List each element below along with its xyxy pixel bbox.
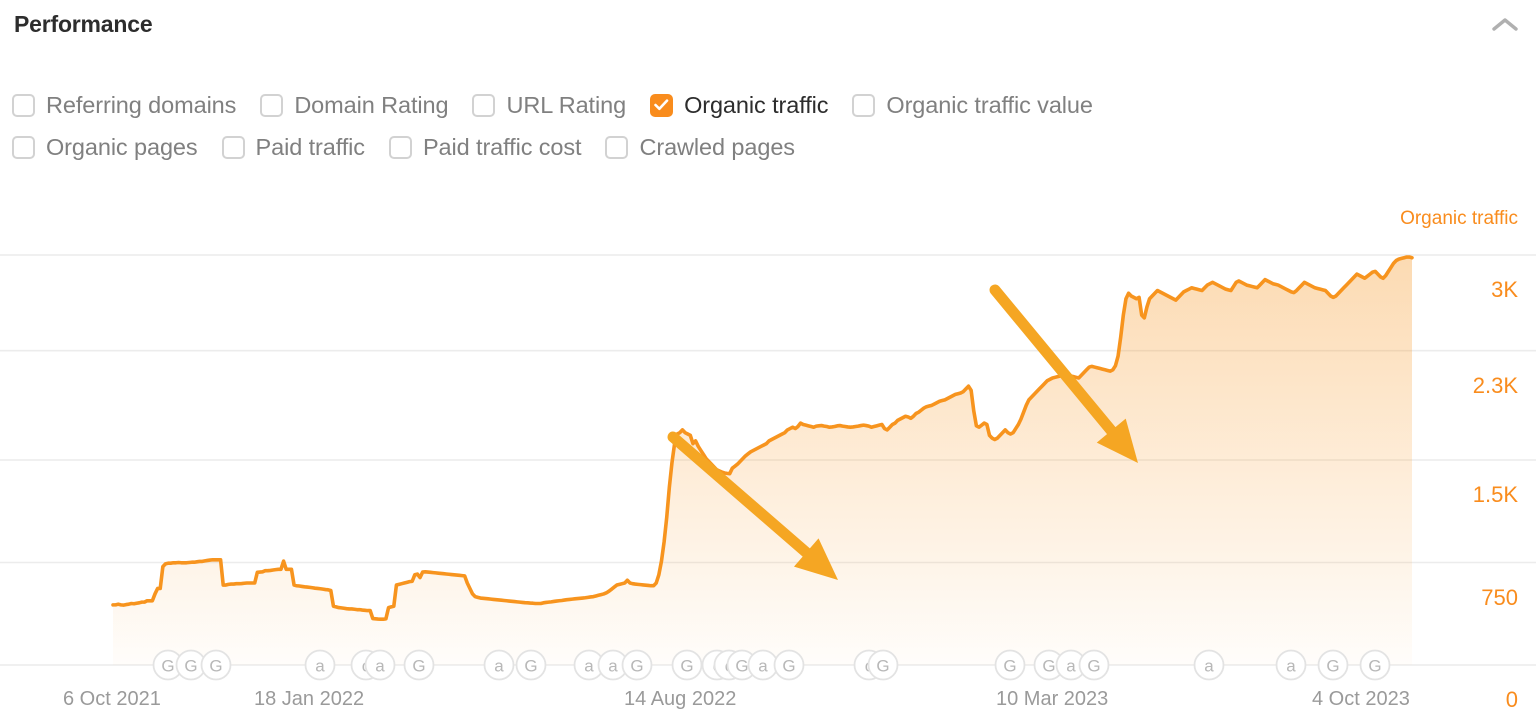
svg-text:G: G [1003, 657, 1016, 676]
svg-text:G: G [735, 657, 748, 676]
svg-text:G: G [184, 657, 197, 676]
svg-text:a: a [608, 657, 618, 676]
svg-text:a: a [758, 657, 768, 676]
checkbox-empty-icon[interactable] [12, 135, 35, 159]
page-title: Performance [14, 11, 153, 37]
collapse-panel-button[interactable] [1488, 10, 1522, 40]
svg-text:G: G [161, 657, 174, 676]
metric-checkbox-paid-traffic-cost[interactable]: Paid traffic cost [388, 133, 582, 161]
metric-label: Crawled pages [639, 133, 795, 160]
x-axis-tick-label: 10 Mar 2023 [996, 688, 1109, 710]
x-axis-tick-label: 14 Aug 2022 [624, 688, 737, 710]
svg-text:a: a [494, 657, 504, 676]
metric-row: Organic pages Paid traffic Paid traffic co… [12, 126, 1512, 168]
svg-text:G: G [1368, 657, 1381, 676]
y-axis-tick-label: 750 [1481, 584, 1518, 610]
svg-text:G: G [876, 657, 889, 676]
checkbox-empty-icon[interactable] [221, 135, 245, 159]
checkbox-checked-icon[interactable] [650, 93, 674, 117]
metric-checkbox-paid-traffic[interactable]: Paid traffic [221, 133, 366, 161]
performance-panel: Performance Referring domains Domain Rati… [0, 0, 1536, 724]
x-axis-tick-label: 6 Oct 2021 [63, 688, 161, 710]
metric-checkbox-url-rating[interactable]: URL Rating [472, 92, 626, 119]
checkbox-empty-icon[interactable] [260, 93, 284, 117]
checkbox-empty-icon[interactable] [12, 93, 35, 117]
svg-text:G: G [1326, 657, 1339, 676]
metric-label: Domain Rating [294, 91, 449, 118]
metric-label: Paid traffic [255, 133, 366, 160]
svg-text:G: G [1042, 657, 1055, 676]
metric-label: URL Rating [506, 91, 627, 118]
metric-checkbox-group: Referring domains Domain Rating URL Rating… [12, 84, 1512, 168]
svg-text:G: G [524, 657, 537, 676]
svg-text:G: G [630, 657, 643, 676]
organic-traffic-chart: Organic traffic GGGacaGaGaaGGccGaGcGGGaG… [0, 196, 1536, 724]
svg-text:a: a [1286, 657, 1296, 676]
metric-checkbox-organic-traffic[interactable]: Organic traffic [650, 91, 829, 119]
metric-label: Organic traffic [684, 91, 829, 118]
checkbox-empty-icon[interactable] [605, 135, 629, 159]
svg-text:G: G [680, 657, 693, 676]
svg-text:a: a [1066, 657, 1076, 676]
x-axis-tick-label: 18 Jan 2022 [254, 688, 365, 710]
metric-checkbox-crawled-pages[interactable]: Crawled pages [605, 133, 795, 161]
checkbox-empty-icon[interactable] [388, 135, 412, 159]
checkbox-empty-icon[interactable] [852, 93, 876, 117]
metric-checkbox-domain-rating[interactable]: Domain Rating [260, 91, 449, 119]
y-axis-tick-label: 3K [1491, 277, 1518, 302]
svg-text:a: a [1204, 657, 1214, 676]
y-axis-tick-label: 1.5K [1472, 482, 1518, 507]
svg-text:G: G [1087, 657, 1100, 676]
chart-canvas[interactable]: GGGacaGaGaaGGccGaGcGGGaGaaGG [0, 196, 1536, 724]
svg-text:G: G [782, 657, 795, 676]
y-axis-tick-label: 0 [1505, 687, 1518, 712]
x-axis-tick-label: 4 Oct 2023 [1312, 688, 1410, 710]
metric-checkbox-referring-domains[interactable]: Referring domains [12, 92, 236, 119]
metric-checkbox-organic-pages[interactable]: Organic pages [12, 134, 198, 161]
y-axis-tick-label: 2.3K [1472, 372, 1518, 398]
metric-label: Organic traffic value [886, 91, 1093, 118]
svg-text:G: G [412, 657, 425, 676]
svg-text:a: a [315, 657, 325, 676]
svg-text:G: G [209, 657, 222, 676]
chevron-up-icon [1492, 18, 1518, 31]
panel-header: Performance [0, 0, 1536, 56]
svg-text:a: a [584, 657, 594, 676]
metric-label: Referring domains [46, 91, 237, 118]
metric-label: Organic pages [46, 133, 198, 160]
checkbox-empty-icon[interactable] [472, 93, 496, 117]
metric-row: Referring domains Domain Rating URL Rating… [12, 84, 1512, 126]
svg-text:a: a [375, 657, 385, 676]
metric-checkbox-organic-traffic-value[interactable]: Organic traffic value [852, 91, 1093, 119]
metric-label: Paid traffic cost [422, 133, 582, 160]
